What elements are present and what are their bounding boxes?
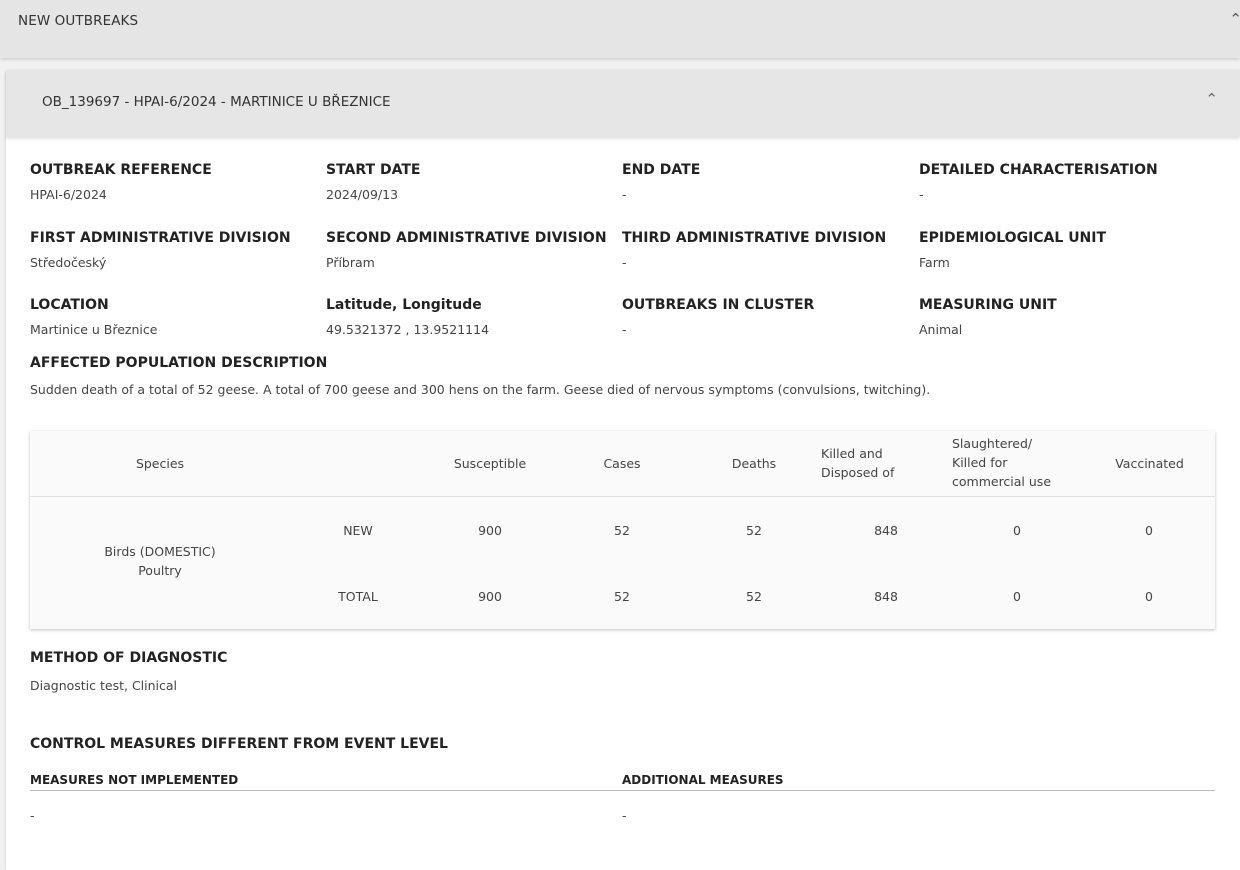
field-outbreak-reference: OUTBREAK REFERENCE HPAI-6/2024 bbox=[30, 162, 320, 202]
field-label: FIRST ADMINISTRATIVE DIVISION bbox=[30, 230, 291, 246]
header-killed-line2: Disposed of bbox=[821, 465, 895, 480]
field-value: Martinice u Březnice bbox=[30, 322, 158, 337]
control-divider bbox=[30, 790, 1215, 791]
row-total-cases: 52 bbox=[614, 589, 630, 604]
header-species: Species bbox=[135, 456, 185, 471]
species-table: Species Susceptible Cases Deaths Killed … bbox=[30, 431, 1215, 629]
field-label: EPIDEMIOLOGICAL UNIT bbox=[919, 230, 1107, 246]
field-value: 49.5321372 , 13.9521114 bbox=[326, 322, 490, 337]
header-deaths: Deaths bbox=[731, 456, 777, 471]
row-total-vaccinated: 0 bbox=[1145, 589, 1153, 604]
field-value: 2024/09/13 bbox=[326, 187, 399, 202]
field-value: Středočeský bbox=[30, 255, 107, 270]
field-value: - bbox=[622, 322, 627, 337]
field-label: MEASURING UNIT bbox=[919, 297, 1057, 313]
row-new-killed: 848 bbox=[874, 523, 898, 538]
row-new-deaths: 52 bbox=[746, 523, 762, 538]
header-slaughtered-line2: Killed for bbox=[952, 455, 1008, 470]
field-lat-long: Latitude, Longitude 49.5321372 , 13.9521… bbox=[326, 297, 616, 337]
field-label: LOCATION bbox=[30, 297, 109, 313]
field-label: OUTBREAKS IN CLUSTER bbox=[622, 297, 815, 313]
header-killed: Killed and Disposed of bbox=[821, 446, 951, 480]
field-detailed-characterisation: DETAILED CHARACTERISATION - bbox=[919, 162, 1209, 202]
row-total-killed: 848 bbox=[874, 589, 898, 604]
field-first-admin-division: FIRST ADMINISTRATIVE DIVISION Středočesk… bbox=[30, 230, 320, 270]
field-measuring-unit: MEASURING UNIT Animal bbox=[919, 297, 1209, 337]
header-cases: Cases bbox=[603, 456, 641, 471]
field-label: SECOND ADMINISTRATIVE DIVISION bbox=[326, 230, 607, 246]
field-value: - bbox=[622, 255, 627, 270]
field-third-admin-division: THIRD ADMINISTRATIVE DIVISION - bbox=[622, 230, 912, 270]
measures-not-implemented-value: - bbox=[30, 808, 35, 823]
field-value: - bbox=[622, 187, 627, 202]
outbreak-title: OB_139697 - HPAI-6/2024 - MARTINICE U BŘ… bbox=[42, 94, 391, 110]
chevron-up-icon[interactable]: ⌃ bbox=[1205, 90, 1218, 108]
affected-population-label: AFFECTED POPULATION DESCRIPTION bbox=[30, 355, 328, 371]
field-label: THIRD ADMINISTRATIVE DIVISION bbox=[622, 230, 887, 246]
row-new-susceptible: 900 bbox=[478, 523, 502, 538]
header-slaughtered-line3: commercial use bbox=[952, 474, 1052, 489]
diagnostic-label: METHOD OF DIAGNOSTIC bbox=[30, 650, 228, 666]
species-line1: Birds (DOMESTIC) bbox=[104, 544, 216, 559]
control-measures-label: CONTROL MEASURES DIFFERENT FROM EVENT LE… bbox=[30, 736, 448, 752]
field-outbreaks-in-cluster: OUTBREAKS IN CLUSTER - bbox=[622, 297, 912, 337]
field-label: Latitude, Longitude bbox=[326, 297, 482, 313]
field-value: Animal bbox=[919, 322, 963, 337]
diagnostic-value: Diagnostic test, Clinical bbox=[30, 678, 178, 693]
row-total-susceptible: 900 bbox=[478, 589, 502, 604]
field-location: LOCATION Martinice u Březnice bbox=[30, 297, 320, 337]
field-epidemiological-unit: EPIDEMIOLOGICAL UNIT Farm bbox=[919, 230, 1209, 270]
field-value: Příbram bbox=[326, 255, 375, 270]
header-divider bbox=[30, 496, 1215, 497]
outbreak-card: OB_139697 - HPAI-6/2024 - MARTINICE U BŘ… bbox=[6, 70, 1240, 870]
outbreak-card-header[interactable]: OB_139697 - HPAI-6/2024 - MARTINICE U BŘ… bbox=[6, 70, 1240, 137]
row-total-deaths: 52 bbox=[746, 589, 762, 604]
field-second-admin-division: SECOND ADMINISTRATIVE DIVISION Příbram bbox=[326, 230, 616, 270]
field-label: START DATE bbox=[326, 162, 421, 178]
row-new-slaughtered: 0 bbox=[1013, 523, 1021, 538]
species-line2: Poultry bbox=[138, 563, 182, 578]
field-end-date: END DATE - bbox=[622, 162, 912, 202]
header-susceptible: Susceptible bbox=[453, 456, 527, 471]
additional-measures-value: - bbox=[622, 808, 627, 823]
field-label: OUTBREAK REFERENCE bbox=[30, 162, 212, 178]
affected-population-value: Sudden death of a total of 52 geese. A t… bbox=[30, 382, 931, 397]
new-outbreaks-header[interactable]: NEW OUTBREAKS ⌃ bbox=[0, 0, 1240, 58]
header-slaughtered-line1: Slaughtered/ bbox=[952, 436, 1033, 451]
field-label: END DATE bbox=[622, 162, 701, 178]
additional-measures-label: ADDITIONAL MEASURES bbox=[622, 773, 784, 787]
field-start-date: START DATE 2024/09/13 bbox=[326, 162, 616, 202]
row-total-kind: TOTAL bbox=[338, 589, 378, 604]
header-killed-line1: Killed and bbox=[821, 446, 883, 461]
field-value: HPAI-6/2024 bbox=[30, 187, 107, 202]
row-new-kind: NEW bbox=[343, 523, 373, 538]
species-name: Birds (DOMESTIC) Poultry bbox=[80, 544, 240, 578]
field-value: Farm bbox=[919, 255, 950, 270]
header-slaughtered: Slaughtered/ Killed for commercial use bbox=[952, 436, 1082, 489]
row-new-cases: 52 bbox=[614, 523, 630, 538]
header-vaccinated: Vaccinated bbox=[1115, 456, 1184, 471]
measures-not-implemented-label: MEASURES NOT IMPLEMENTED bbox=[30, 773, 239, 787]
row-total-slaughtered: 0 bbox=[1013, 589, 1021, 604]
field-value: - bbox=[919, 187, 924, 202]
section-title: NEW OUTBREAKS bbox=[18, 13, 139, 29]
field-label: DETAILED CHARACTERISATION bbox=[919, 162, 1158, 178]
chevron-up-icon[interactable]: ⌃ bbox=[1229, 10, 1240, 28]
row-new-vaccinated: 0 bbox=[1145, 523, 1153, 538]
